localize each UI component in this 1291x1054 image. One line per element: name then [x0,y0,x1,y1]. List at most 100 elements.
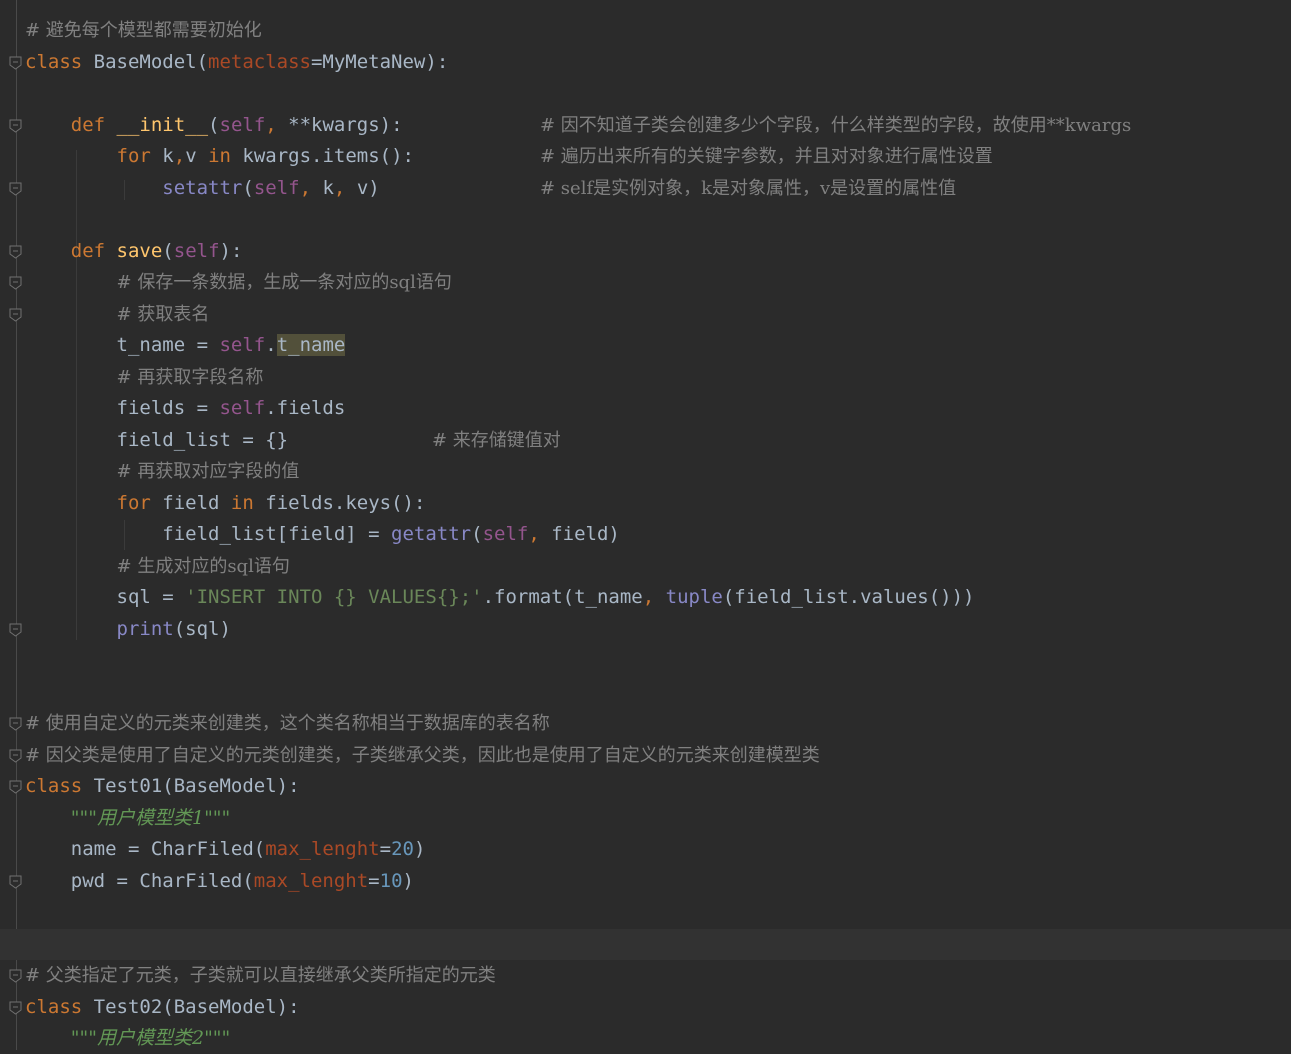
token: self [219,397,266,419]
code-line[interactable]: class Test01(BaseModel): [0,771,1291,802]
code-text: field_list = {} [25,425,289,456]
token: , [265,113,289,136]
code-line[interactable]: sql = 'INSERT INTO {} VALUES{};'.format(… [0,582,1291,613]
code-line[interactable]: # 父类指定了元类，子类就可以直接继承父类所指定的元类 [0,960,1291,991]
token: field_list[field] = [25,523,392,545]
code-text: # 获取表名 [25,299,210,330]
code-line[interactable]: # 使用自定义的元类来创建类，这个类名称相当于数据库的表名称 [0,708,1291,739]
code-line[interactable]: # 生成对应的sql语句 [0,551,1291,582]
token: # 生成对应的sql语句 [116,555,290,577]
token: , [173,145,186,167]
code-line[interactable]: for field in fields.keys(): [0,488,1291,519]
token: class [25,50,94,73]
code-line[interactable] [0,677,1291,708]
inline-comment: # self是实例对象，k是对象属性，v是设置的属性值 [540,177,957,199]
token: # 因父类是使用了自定义的元类创建类，子类继承父类，因此也是使用了自定义的元类来… [25,744,820,766]
current-line[interactable] [0,928,1291,960]
token: **kwargs): [288,113,403,136]
token: print [116,617,174,640]
token: fields.keys(): [265,491,426,514]
code-text: for field in fields.keys(): [25,488,426,519]
code-text: # 保存一条数据，生成一条对应的sql语句 [25,267,452,298]
code-line[interactable]: # 再获取字段名称 [0,362,1291,393]
code-line[interactable]: # 避免每个模型都需要初始化 [0,15,1291,46]
token: k [322,176,334,199]
code-text: field_list[field] = getattr(self, field) [25,519,620,550]
code-line[interactable]: field_list = {} # 来存储键值对 [0,425,1291,456]
token: # 获取表名 [116,303,210,325]
code-line[interactable]: name = CharFiled(max_lenght=20) [0,834,1291,865]
code-editor[interactable]: # 避免每个模型都需要初始化 class BaseModel(metaclass=… [0,0,1291,1050]
token: def [70,239,117,262]
token: # 再获取字段名称 [116,366,264,388]
code-line[interactable] [0,645,1291,676]
code-line[interactable]: """用户模型类1""" [0,803,1291,834]
code-text: """用户模型类1""" [25,803,231,834]
code-line[interactable] [0,897,1291,928]
code-line[interactable]: setattr(self, k, v) # self是实例对象，k是对象属性，v是… [0,173,1291,204]
token: # 使用自定义的元类来创建类，这个类名称相当于数据库的表名称 [25,713,550,734]
token: self [482,523,529,545]
code-line[interactable]: print(sql) [0,614,1291,645]
token: ( [471,523,483,545]
token: ( [208,113,220,136]
token: ) [413,838,426,860]
code-text: # 父类指定了元类，子类就可以直接继承父类所指定的元类 [25,960,496,991]
code-line[interactable] [0,204,1291,235]
token: ( [162,239,174,262]
code-text: # 再获取对应字段的值 [25,456,300,487]
code-line[interactable]: # 再获取对应字段的值 [0,456,1291,487]
token: , [528,523,552,545]
code-line[interactable]: # 因父类是使用了自定义的元类创建类，子类继承父类，因此也是使用了自定义的元类来… [0,740,1291,771]
token: __init__ [116,113,209,136]
token: in [208,145,243,167]
token: , [642,586,666,608]
token: self [253,176,300,199]
token: # 避免每个模型都需要初始化 [25,20,262,41]
token: # 父类指定了元类，子类就可以直接继承父类所指定的元类 [25,965,496,986]
code-line[interactable]: t_name = self.t_name [0,330,1291,361]
code-line[interactable]: class Test02(BaseModel): [0,992,1291,1023]
code-line[interactable]: # 获取表名 [0,299,1291,330]
token: v [185,145,209,167]
token: """用户模型类1""" [70,806,231,829]
code-line[interactable]: field_list[field] = getattr(self, field) [0,519,1291,550]
token: setattr [162,176,243,199]
token: tuple [665,586,723,608]
token: = [368,869,380,892]
token: field) [551,523,620,545]
code-text: def __init__(self, **kwargs): [25,110,403,141]
token: sql = [25,586,186,608]
code-line[interactable]: class BaseModel(metaclass=MyMetaNew): [0,47,1291,78]
code-text: fields = self.fields [25,393,346,424]
code-line[interactable]: def save(self): [0,236,1291,267]
token: 20 [391,838,414,860]
code-line[interactable]: """用户模型类2""" [0,1023,1291,1054]
token: kwargs.items(): [242,145,414,167]
token: 10 [379,869,403,892]
code-line[interactable] [0,78,1291,109]
code-line[interactable]: # 保存一条数据，生成一条对应的sql语句 [0,267,1291,298]
code-text: for k,v in kwargs.items(): [25,141,414,172]
code-line[interactable]: fields = self.fields [0,393,1291,424]
token: fields = [25,397,220,419]
token: self [173,239,220,262]
code-text: # 使用自定义的元类来创建类，这个类名称相当于数据库的表名称 [25,708,550,739]
token: t_name = [25,334,220,356]
code-line[interactable]: pwd = CharFiled(max_lenght=10) [0,866,1291,897]
code-line[interactable]: for k,v in kwargs.items(): # 遍历出来所有的关键字参数… [0,141,1291,172]
code-line[interactable]: def __init__(self, **kwargs): # 因不知道子类会创建… [0,110,1291,141]
code-text: def save(self): [25,236,243,267]
inline-comment: # 来存储键值对 [432,429,561,451]
token: , [299,176,323,199]
